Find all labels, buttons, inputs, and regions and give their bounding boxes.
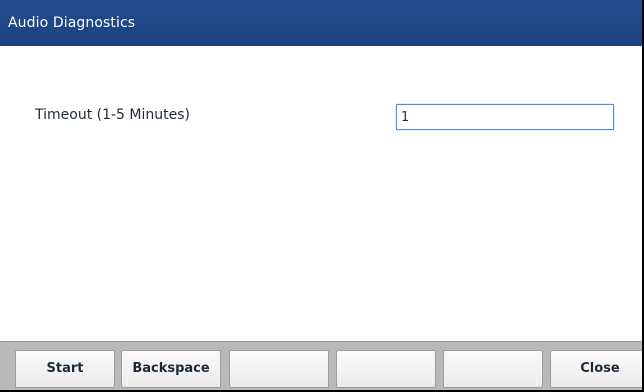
softkey-bar: Start Backspace Close xyxy=(0,341,642,390)
softkey-4-blank[interactable] xyxy=(336,350,436,388)
softkey-5-blank[interactable] xyxy=(443,350,543,388)
start-button[interactable]: Start xyxy=(15,350,115,388)
timeout-input[interactable] xyxy=(396,104,614,130)
timeout-label: Timeout (1-5 Minutes) xyxy=(35,107,190,123)
backspace-button[interactable]: Backspace xyxy=(121,350,221,388)
close-button[interactable]: Close xyxy=(550,350,642,388)
audio-diagnostics-screen: Audio Diagnostics Timeout (1-5 Minutes) … xyxy=(0,0,644,392)
title-bar: Audio Diagnostics xyxy=(0,0,642,46)
softkey-3-blank[interactable] xyxy=(229,350,329,388)
page-title: Audio Diagnostics xyxy=(8,15,136,31)
content-area: Timeout (1-5 Minutes) xyxy=(0,46,642,341)
